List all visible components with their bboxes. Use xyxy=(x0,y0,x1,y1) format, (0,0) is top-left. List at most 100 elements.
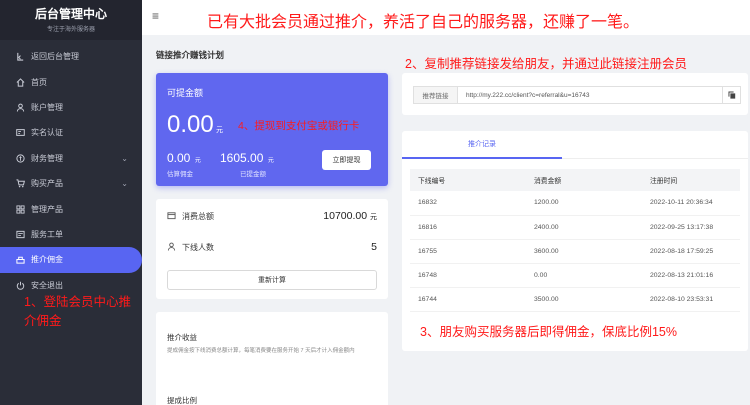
table-cell: 1200.00 xyxy=(526,191,642,216)
ticket-icon xyxy=(15,229,25,239)
share-icon xyxy=(15,255,25,265)
annotation-step-3: 3、朋友购买服务器后即得佣金，保底比例15% xyxy=(420,325,677,339)
user-icon xyxy=(15,102,25,112)
withdrawn-label: 已提金额 xyxy=(240,171,266,178)
balance-unit: 元 xyxy=(216,127,223,134)
tab-bar: 推介记录 xyxy=(402,131,748,159)
column-header: 注册时间 xyxy=(650,178,678,185)
wallet-icon xyxy=(167,211,177,222)
sidebar-item-tickets[interactable]: 服务工单 xyxy=(0,222,142,247)
table-row: 16755 3600.00 2022-08-18 17:59:25 xyxy=(410,239,740,265)
finance-icon xyxy=(15,153,25,163)
sidebar-item-label: 安全退出 xyxy=(31,280,63,290)
sidebar-item-label: 实名认证 xyxy=(31,128,63,138)
table-cell: 2022-08-13 21:01:16 xyxy=(642,263,740,289)
table-cell: 3500.00 xyxy=(526,287,642,313)
consume-unit: 元 xyxy=(370,214,377,221)
sidebar-item-label: 购买产品 xyxy=(31,179,63,189)
menu-toggle-icon[interactable]: ≡ xyxy=(152,9,159,23)
consume-value: 10700.00 xyxy=(323,210,368,222)
sidebar: 后台管理中心 专注于海外服务器 返回后台管理 首页 账户管理 实名认证 财务管理… xyxy=(0,0,142,405)
table-row: 16832 1200.00 2022-10-11 20:36:34 xyxy=(410,191,740,216)
copy-icon[interactable] xyxy=(723,86,741,104)
sidebar-item-referral[interactable]: 推介佣金 xyxy=(0,247,142,273)
sidebar-item-buy[interactable]: 购买产品 ⌄ xyxy=(0,171,142,196)
cart-icon xyxy=(15,179,25,189)
estimated-label: 估算佣金 xyxy=(167,171,193,178)
records-table: 下线编号 消费金额 注册时间 16832 1200.00 2022-10-11 … xyxy=(410,169,740,313)
estimated-unit: 元 xyxy=(194,158,201,164)
brand: 后台管理中心 专注于海外服务器 xyxy=(0,0,142,40)
table-cell: 3600.00 xyxy=(526,239,642,265)
sidebar-item-label: 推介佣金 xyxy=(31,255,63,265)
table-cell: 2400.00 xyxy=(526,215,642,240)
home-icon xyxy=(15,77,25,87)
back-icon xyxy=(15,52,25,62)
power-icon xyxy=(15,280,25,290)
table-row: 16816 2400.00 2022-09-25 13:17:38 xyxy=(410,215,740,240)
page-title: 链接推介赚钱计划 xyxy=(156,50,225,60)
grid-icon xyxy=(15,204,25,214)
sidebar-item-label: 服务工单 xyxy=(31,229,63,239)
annotation-headline: 已有大批会员通过推介，养活了自己的服务器，还赚了一笔。 xyxy=(207,14,640,31)
consume-value-group: 10700.00 元 xyxy=(323,210,377,222)
withdrawn-value: 1605.00 xyxy=(220,151,264,165)
sidebar-item-label: 首页 xyxy=(31,77,47,87)
annotation-step-4: 4、提现到支付宝或银行卡 xyxy=(238,120,360,132)
tab-referral-records[interactable]: 推介记录 xyxy=(402,131,562,159)
referral-link-label: 推荐链接 xyxy=(413,86,458,104)
referral-records-card: 推介记录 下线编号 消费金额 注册时间 16832 1200.00 2022-1… xyxy=(402,131,748,351)
sidebar-item-home[interactable]: 首页 xyxy=(0,69,142,94)
sidebar-item-manage[interactable]: 管理产品 xyxy=(0,196,142,221)
withdrawn-amount: 1605.00 元 已提金额 xyxy=(220,149,274,178)
downline-label: 下线人数 xyxy=(182,242,214,252)
sidebar-nav: 返回后台管理 首页 账户管理 实名认证 财务管理 ⌄ 购买产品 ⌄ 管理产品 服… xyxy=(0,40,142,298)
estimated-commission: 0.00 元 估算佣金 xyxy=(167,149,201,178)
table-cell: 0.00 xyxy=(526,263,642,289)
sidebar-item-account[interactable]: 账户管理 xyxy=(0,95,142,120)
sidebar-item-back[interactable]: 返回后台管理 xyxy=(0,44,142,69)
downline-count-row: 下线人数 5 xyxy=(167,237,377,257)
table-cell: 16748 xyxy=(410,263,526,289)
brand-title: 后台管理中心 xyxy=(34,7,107,21)
table-row: 16748 0.00 2022-08-13 21:01:16 xyxy=(410,263,740,289)
consume-total-row: 消费总额 10700.00 元 xyxy=(167,206,377,226)
table-cell: 2022-08-18 17:59:25 xyxy=(642,239,740,265)
balance-label: 可提金额 xyxy=(167,88,204,98)
sidebar-item-verify[interactable]: 实名认证 xyxy=(0,120,142,145)
info-text: 提成佣金按下线消费总额计算，每笔消费要在服务开始 7 天后才计入佣金额内 xyxy=(167,348,355,354)
commission-info-card: 推介收益 提成佣金按下线消费总额计算，每笔消费要在服务开始 7 天后才计入佣金额… xyxy=(156,312,388,405)
withdrawn-unit: 元 xyxy=(267,158,274,164)
user-icon xyxy=(167,242,177,253)
info-title: 推介收益 xyxy=(167,333,197,342)
column-header: 消费金额 xyxy=(534,178,562,185)
table-cell: 2022-10-11 20:36:34 xyxy=(642,191,740,216)
id-card-icon xyxy=(15,128,25,138)
sidebar-item-label: 返回后台管理 xyxy=(31,52,79,62)
table-cell: 16744 xyxy=(410,287,526,313)
table-cell: 16832 xyxy=(410,191,526,216)
chevron-down-icon: ⌄ xyxy=(121,153,128,163)
consume-label: 消费总额 xyxy=(182,211,214,221)
annotation-step-1: 1、登陆会员中心推介佣金 xyxy=(24,295,131,328)
sidebar-item-label: 账户管理 xyxy=(31,102,63,112)
downline-value: 5 xyxy=(371,241,377,253)
estimated-value: 0.00 xyxy=(167,151,191,165)
brand-subtitle: 专注于海外服务器 xyxy=(46,27,95,33)
chevron-down-icon: ⌄ xyxy=(121,179,128,189)
table-cell: 2022-09-25 13:17:38 xyxy=(642,215,740,240)
sidebar-item-finance[interactable]: 财务管理 ⌄ xyxy=(0,146,142,171)
annotation-step-2: 2、复制推荐链接发给朋友，并通过此链接注册会员 xyxy=(405,57,687,71)
table-cell: 16755 xyxy=(410,239,526,265)
balance-amount: 0.00 xyxy=(167,111,214,138)
referral-link-card: 推荐链接 xyxy=(402,73,748,115)
referral-link-input[interactable] xyxy=(458,86,723,104)
sidebar-item-label: 财务管理 xyxy=(31,153,63,163)
recalculate-button[interactable]: 重新计算 xyxy=(167,270,377,290)
withdraw-button[interactable]: 立即提现 xyxy=(322,150,371,170)
rate-title: 提成比例 xyxy=(167,396,197,405)
table-header-row: 下线编号 消费金额 注册时间 xyxy=(410,169,740,191)
stats-card: 消费总额 10700.00 元 下线人数 5 重新计算 xyxy=(156,199,388,299)
table-cell: 2022-08-10 23:53:31 xyxy=(642,287,740,313)
table-cell: 16816 xyxy=(410,215,526,240)
